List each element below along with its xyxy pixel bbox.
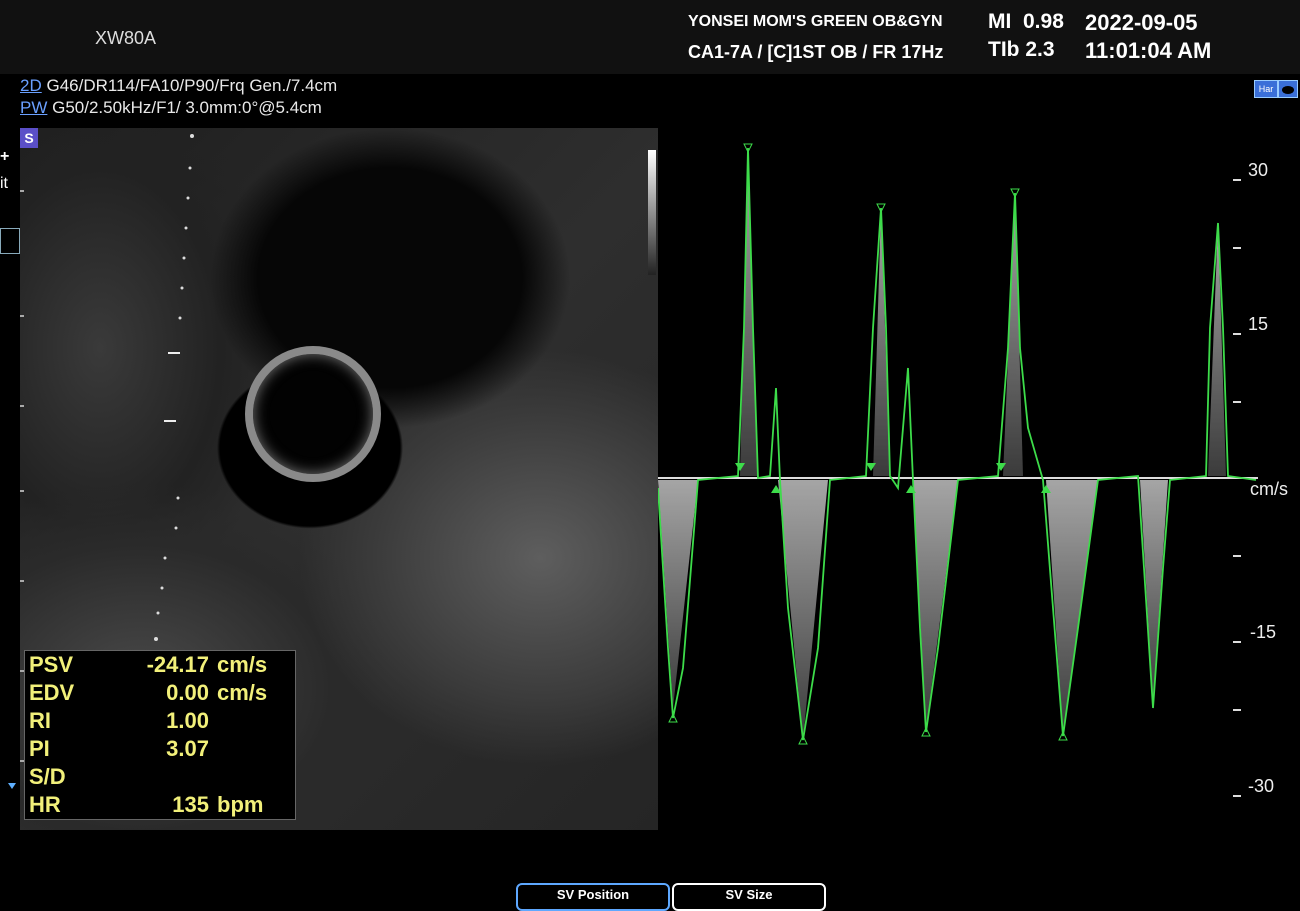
measurement-value: 0.00	[166, 680, 209, 705]
side-box[interactable]	[0, 228, 20, 254]
plus-marker: +	[0, 148, 10, 165]
measurement-unit: cm/s	[217, 680, 268, 705]
scale-label: -30	[1248, 776, 1275, 796]
probe-info: CA1-7A / [C]1ST OB / FR 17Hz	[688, 42, 944, 62]
scale-tick	[1233, 179, 1241, 181]
measurement-row: PSV -24.17 cm/s	[25, 651, 295, 679]
measurement-label: HR	[29, 792, 61, 817]
measurement-label: PI	[29, 736, 50, 761]
har-icon: Har	[1254, 80, 1278, 98]
spectral-burst	[873, 208, 890, 476]
scale-unit: cm/s	[1250, 479, 1288, 499]
scale-minor-tick	[1233, 555, 1241, 557]
spectral-burst	[1140, 480, 1168, 703]
measurement-row: EDV 0.00 cm/s	[25, 679, 295, 707]
device-name: XW80A	[95, 28, 157, 48]
probe-icon	[1278, 80, 1298, 98]
date: 2022-09-05	[1085, 10, 1198, 35]
grayscale-bar	[648, 150, 656, 275]
depth-tick	[20, 580, 24, 582]
mi-value: MI 0.98	[988, 10, 1064, 33]
measurement-value: -24.17	[146, 652, 209, 677]
params-2d-text: G46/DR114/FA10/P90/Frq Gen./7.4cm	[46, 76, 338, 95]
scale-minor-tick	[1233, 401, 1241, 403]
scale-tick	[1233, 795, 1241, 797]
mode-pw-label: PW	[20, 98, 48, 117]
it-marker: it	[0, 175, 8, 192]
params-pw-text: G50/2.50kHz/F1/ 3.0mm:0°@5.4cm	[52, 98, 322, 117]
depth-tick	[20, 315, 24, 317]
measurement-label: S/D	[29, 764, 66, 789]
scale-label: 30	[1248, 160, 1269, 180]
measurement-panel: PSV -24.17 cm/s EDV 0.00 cm/s RI 1.00 PI 3.07 S/D H…	[24, 650, 296, 820]
depth-marker-icon	[8, 783, 16, 789]
sv-position-button[interactable]: SV Position	[516, 883, 670, 911]
scale-tick	[1233, 333, 1241, 335]
params-2d-line: 2D G46/DR114/FA10/P90/Frq Gen./7.4cm	[20, 76, 337, 96]
measurement-value: 135	[172, 792, 209, 817]
measurement-label: RI	[29, 708, 51, 733]
sv-size-button[interactable]: SV Size	[672, 883, 826, 911]
depth-tick	[20, 405, 24, 407]
measurement-unit: bpm	[217, 792, 264, 817]
scale-tick	[1233, 641, 1241, 643]
params-pw-line: PW G50/2.50kHz/F1/ 3.0mm:0°@5.4cm	[20, 98, 322, 118]
tib-value: TIb 2.3	[988, 38, 1055, 61]
measurement-unit: cm/s	[217, 652, 268, 677]
measurement-label: PSV	[29, 652, 74, 677]
scale-label: 15	[1248, 314, 1269, 334]
scale-label: -15	[1250, 622, 1277, 642]
scale-minor-tick	[1233, 247, 1241, 249]
depth-tick	[20, 190, 24, 192]
scale-minor-tick	[1233, 709, 1241, 711]
mode-2d-label: 2D	[20, 76, 42, 95]
time: 11:01:04 AM	[1085, 38, 1212, 63]
measurement-row: HR 135 bpm	[25, 791, 295, 819]
measurement-value: 1.00	[166, 708, 209, 733]
spectral-burst	[1046, 480, 1098, 733]
depth-tick	[20, 490, 24, 492]
s-badge: S	[20, 128, 38, 148]
measurement-row: PI 3.07	[25, 735, 295, 763]
spectral-doppler[interactable]	[658, 128, 1258, 830]
measurement-label: EDV	[29, 680, 75, 705]
measurement-value: 3.07	[166, 736, 209, 761]
hospital-name: YONSEI MOM'S GREEN OB&GYN	[688, 13, 943, 30]
measurement-row: RI 1.00	[25, 707, 295, 735]
measurement-row: S/D	[25, 763, 295, 791]
